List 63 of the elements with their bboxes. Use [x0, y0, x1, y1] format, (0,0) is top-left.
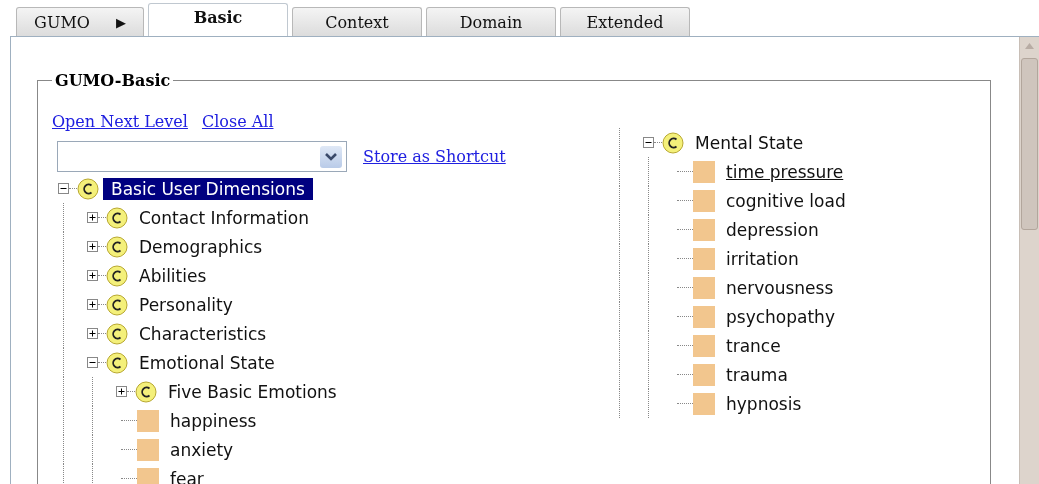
- class-icon: [135, 380, 157, 403]
- tab[interactable]: Basic: [148, 3, 288, 37]
- instance-icon: [693, 276, 715, 299]
- tree-item[interactable]: Mental State: [694, 132, 805, 153]
- tab[interactable]: Domain: [426, 7, 556, 36]
- tree-item[interactable]: Abilities: [138, 265, 208, 286]
- instance-icon: [693, 363, 715, 386]
- instance-icon: [693, 247, 715, 270]
- tree-item[interactable]: Characteristics: [138, 323, 268, 344]
- expand-icon[interactable]: [87, 212, 98, 223]
- instance-icon: [137, 438, 159, 461]
- tree-item[interactable]: cognitive load: [725, 190, 847, 211]
- collapse-icon[interactable]: [643, 137, 654, 148]
- tab[interactable]: GUMO ▶: [16, 7, 144, 36]
- tree-item[interactable]: nervousness: [725, 277, 835, 298]
- instance-icon: [693, 218, 715, 241]
- tab[interactable]: Extended: [560, 7, 690, 36]
- instance-icon: [693, 160, 715, 183]
- tree-item[interactable]: happiness: [169, 410, 258, 431]
- class-icon: [77, 177, 99, 200]
- instance-icon: [693, 334, 715, 357]
- class-icon: [106, 235, 128, 258]
- expand-icon[interactable]: [87, 328, 98, 339]
- instance-icon: [693, 392, 715, 415]
- tree-item[interactable]: irritation: [725, 248, 800, 269]
- expand-icon[interactable]: [87, 241, 98, 252]
- tree-item[interactable]: Five Basic Emotions: [167, 381, 338, 402]
- tree-item[interactable]: depression: [725, 219, 820, 240]
- instance-icon: [693, 305, 715, 328]
- scrollbar[interactable]: [1019, 37, 1039, 484]
- store-shortcut-link[interactable]: Store as Shortcut: [363, 147, 506, 166]
- tree-link[interactable]: Open Next Level: [52, 112, 188, 131]
- class-icon: [106, 322, 128, 345]
- tree-item[interactable]: trauma: [725, 364, 789, 385]
- tree-item[interactable]: trance: [725, 335, 782, 356]
- collapse-icon[interactable]: [87, 357, 98, 368]
- tree-item[interactable]: Basic User Dimensions: [103, 177, 313, 200]
- tree-item[interactable]: psychopathy: [725, 306, 836, 327]
- tree-item[interactable]: Personality: [138, 294, 234, 315]
- instance-icon: [137, 409, 159, 432]
- instance-icon: [693, 189, 715, 212]
- tree-link[interactable]: Close All: [201, 112, 274, 131]
- class-icon: [106, 293, 128, 316]
- tree-item[interactable]: Demographics: [138, 236, 264, 257]
- collapse-icon[interactable]: [58, 183, 69, 194]
- scroll-thumb[interactable]: [1021, 58, 1038, 230]
- tree-item[interactable]: anxiety: [169, 439, 235, 460]
- class-icon: [106, 264, 128, 287]
- expand-icon[interactable]: [87, 299, 98, 310]
- tab[interactable]: Context: [292, 7, 422, 36]
- tree-item[interactable]: fear: [169, 468, 205, 484]
- class-icon: [106, 206, 128, 229]
- section-title: GUMO-Basic: [54, 71, 172, 90]
- tree-item[interactable]: time pressure: [725, 161, 845, 182]
- dropdown-icon: [320, 145, 342, 168]
- class-icon: [662, 131, 684, 154]
- instance-icon: [137, 467, 159, 484]
- tree-item[interactable]: Contact Information: [138, 207, 310, 228]
- tree-item[interactable]: hypnosis: [725, 393, 803, 414]
- tree-item[interactable]: Emotional State: [138, 352, 276, 373]
- class-icon: [106, 351, 128, 374]
- expand-icon[interactable]: [116, 386, 127, 397]
- expand-icon[interactable]: [87, 270, 98, 281]
